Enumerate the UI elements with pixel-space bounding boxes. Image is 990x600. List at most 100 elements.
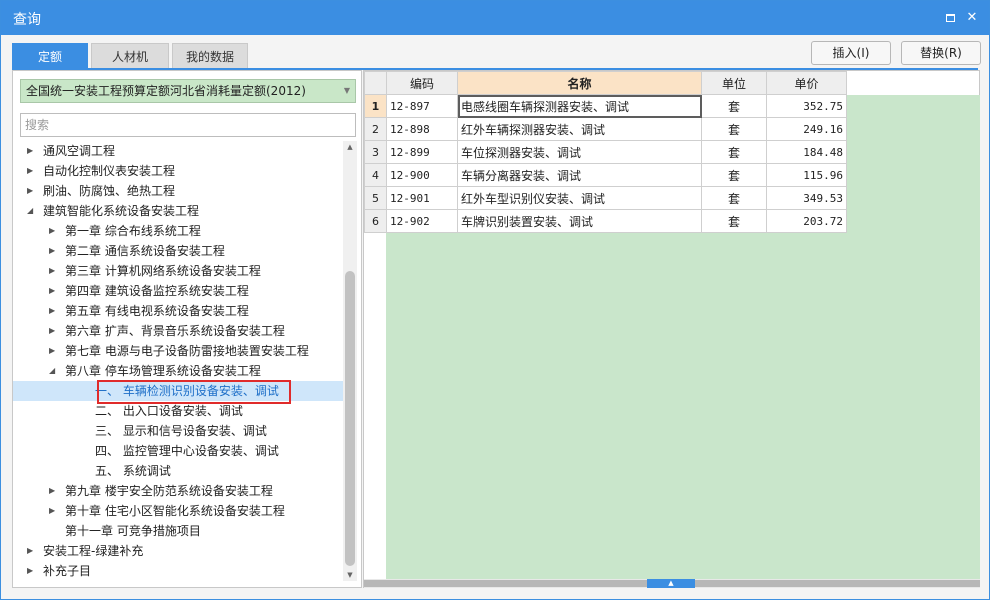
- tree-node[interactable]: 三、 显示和信号设备安装、调试: [13, 421, 343, 441]
- search-input[interactable]: [20, 113, 356, 137]
- table-row[interactable]: 1 12-897 电感线圈车辆探测器安装、调试套 352.75: [364, 94, 847, 118]
- tree-node-label: 自动化控制仪表安装工程: [43, 164, 176, 178]
- cell-unit[interactable]: 套: [701, 140, 767, 164]
- scroll-up-icon[interactable]: ▲: [343, 141, 357, 153]
- collapsed-arrow-icon[interactable]: ▶: [27, 181, 37, 201]
- collapsed-arrow-icon[interactable]: ▶: [27, 541, 37, 561]
- cell-price[interactable]: 115.96: [766, 163, 847, 187]
- replace-button[interactable]: 替换(R): [901, 41, 981, 65]
- tree-node[interactable]: 五、 系统调试: [13, 461, 343, 481]
- splitter-handle-icon[interactable]: ▲: [647, 579, 695, 588]
- tree-node-label: 第七章 电源与电子设备防雷接地装置安装工程: [65, 344, 309, 358]
- tree-node[interactable]: 二、 出入口设备安装、调试: [13, 401, 343, 421]
- cell-code[interactable]: 12-901: [386, 186, 458, 210]
- tree-node[interactable]: ▶ 第五章 有线电视系统设备安装工程: [13, 301, 343, 321]
- tree-node[interactable]: ▶ 第二章 通信系统设备安装工程: [13, 241, 343, 261]
- tree-node[interactable]: 第十一章 可竞争措施项目: [13, 521, 343, 541]
- cell-unit[interactable]: 套: [701, 186, 767, 210]
- collapsed-arrow-icon[interactable]: ▶: [27, 141, 37, 161]
- row-number[interactable]: 1: [364, 94, 387, 118]
- cell-name[interactable]: 电感线圈车辆探测器安装、调试: [457, 94, 702, 118]
- tree-node[interactable]: ▶ 第十章 住宅小区智能化系统设备安装工程: [13, 501, 343, 521]
- tree-node-label: 刷油、防腐蚀、绝热工程: [43, 184, 176, 198]
- cell-unit[interactable]: 套: [701, 209, 767, 233]
- collapsed-arrow-icon[interactable]: ▶: [27, 561, 37, 581]
- row-number[interactable]: 2: [364, 117, 387, 141]
- table-row[interactable]: 5 12-901 红外车型识别仪安装、调试套 349.53: [364, 186, 847, 210]
- collapsed-arrow-icon[interactable]: ▶: [49, 501, 59, 521]
- tree-node[interactable]: ▶ 补充子目: [13, 561, 343, 581]
- cell-name[interactable]: 车牌识别装置安装、调试: [457, 209, 702, 233]
- cell-code[interactable]: 12-898: [386, 117, 458, 141]
- close-icon[interactable]: ✕: [963, 9, 981, 27]
- collapsed-arrow-icon[interactable]: ▶: [49, 241, 59, 261]
- row-number[interactable]: 4: [364, 163, 387, 187]
- row-number[interactable]: 6: [364, 209, 387, 233]
- table-row[interactable]: 4 12-900 车辆分离器安装、调试套 115.96: [364, 163, 847, 187]
- collapsed-arrow-icon[interactable]: ▶: [49, 481, 59, 501]
- cell-price[interactable]: 349.53: [766, 186, 847, 210]
- scroll-down-icon[interactable]: ▼: [343, 569, 357, 581]
- cell-name[interactable]: 红外车辆探测器安装、调试: [457, 117, 702, 141]
- cell-code[interactable]: 12-897: [386, 94, 458, 118]
- tab-labor-material-machine[interactable]: 人材机: [91, 43, 169, 69]
- cell-price[interactable]: 203.72: [766, 209, 847, 233]
- tree-node[interactable]: ▶ 第七章 电源与电子设备防雷接地装置安装工程: [13, 341, 343, 361]
- tree-node[interactable]: ▶ 第六章 扩声、背景音乐系统设备安装工程: [13, 321, 343, 341]
- tree-node[interactable]: 一、 车辆检测识别设备安装、调试: [13, 381, 343, 401]
- tree-scrollbar[interactable]: ▲ ▼: [343, 141, 357, 581]
- tree-node[interactable]: ▶ 自动化控制仪表安装工程: [13, 161, 343, 181]
- tree-node[interactable]: ◢ 第八章 停车场管理系统设备安装工程: [13, 361, 343, 381]
- tree-node[interactable]: ▶ 第四章 建筑设备监控系统安装工程: [13, 281, 343, 301]
- tree-node[interactable]: ▶ 通风空调工程: [13, 141, 343, 161]
- table-row[interactable]: 3 12-899 车位探测器安装、调试套 184.48: [364, 140, 847, 164]
- cell-unit[interactable]: 套: [701, 94, 767, 118]
- cell-name[interactable]: 车辆分离器安装、调试: [457, 163, 702, 187]
- tree-node[interactable]: ▶ 刷油、防腐蚀、绝热工程: [13, 181, 343, 201]
- cell-price[interactable]: 184.48: [766, 140, 847, 164]
- tree-node[interactable]: ▶ 第三章 计算机网络系统设备安装工程: [13, 261, 343, 281]
- cell-name[interactable]: 车位探测器安装、调试: [457, 140, 702, 164]
- column-header-code[interactable]: 编码: [386, 71, 458, 95]
- cell-price[interactable]: 352.75: [766, 94, 847, 118]
- row-number-header: [364, 71, 387, 95]
- cell-code[interactable]: 12-900: [386, 163, 458, 187]
- expanded-arrow-icon[interactable]: ◢: [49, 361, 59, 381]
- tab-quota[interactable]: 定额: [12, 43, 88, 69]
- collapsed-arrow-icon[interactable]: ▶: [49, 281, 59, 301]
- title-bar[interactable]: 查询 ✕: [1, 1, 989, 35]
- window-title: 查询: [13, 12, 41, 28]
- tab-my-data[interactable]: 我的数据: [172, 43, 248, 69]
- cell-unit[interactable]: 套: [701, 163, 767, 187]
- tree-node[interactable]: ◢ 建筑智能化系统设备安装工程: [13, 201, 343, 221]
- tree-node[interactable]: 四、 监控管理中心设备安装、调试: [13, 441, 343, 461]
- scroll-thumb[interactable]: [345, 271, 355, 566]
- table-row[interactable]: 6 12-902 车牌识别装置安装、调试套 203.72: [364, 209, 847, 233]
- cell-unit[interactable]: 套: [701, 117, 767, 141]
- row-number[interactable]: 3: [364, 140, 387, 164]
- tree-node[interactable]: ▶ 第一章 综合布线系统工程: [13, 221, 343, 241]
- collapsed-arrow-icon[interactable]: ▶: [49, 301, 59, 321]
- collapsed-arrow-icon[interactable]: ▶: [49, 321, 59, 341]
- table-row[interactable]: 2 12-898 红外车辆探测器安装、调试套 249.16: [364, 117, 847, 141]
- collapsed-arrow-icon[interactable]: ▶: [49, 221, 59, 241]
- maximize-icon[interactable]: [941, 9, 959, 27]
- cell-code[interactable]: 12-902: [386, 209, 458, 233]
- collapsed-arrow-icon[interactable]: ▶: [49, 341, 59, 361]
- expanded-arrow-icon[interactable]: ◢: [27, 201, 37, 221]
- cell-price[interactable]: 249.16: [766, 117, 847, 141]
- tree-node[interactable]: ▶ 第九章 楼宇安全防范系统设备安装工程: [13, 481, 343, 501]
- collapsed-arrow-icon[interactable]: ▶: [49, 261, 59, 281]
- collapsed-arrow-icon[interactable]: ▶: [27, 161, 37, 181]
- chevron-down-icon: ▼: [343, 86, 350, 95]
- column-header-unit[interactable]: 单位: [701, 71, 767, 95]
- library-select[interactable]: 全国统一安装工程预算定额河北省消耗量定额(2012) ▼: [20, 79, 356, 103]
- column-header-price[interactable]: 单价: [766, 71, 847, 95]
- cell-name[interactable]: 红外车型识别仪安装、调试: [457, 186, 702, 210]
- cell-code[interactable]: 12-899: [386, 140, 458, 164]
- tree-node[interactable]: ▶ 安装工程-绿建补充: [13, 541, 343, 561]
- column-header-name[interactable]: 名称: [457, 71, 702, 95]
- grid-horizontal-scrollbar[interactable]: ▲: [364, 579, 980, 588]
- row-number[interactable]: 5: [364, 186, 387, 210]
- insert-button[interactable]: 插入(I): [811, 41, 891, 65]
